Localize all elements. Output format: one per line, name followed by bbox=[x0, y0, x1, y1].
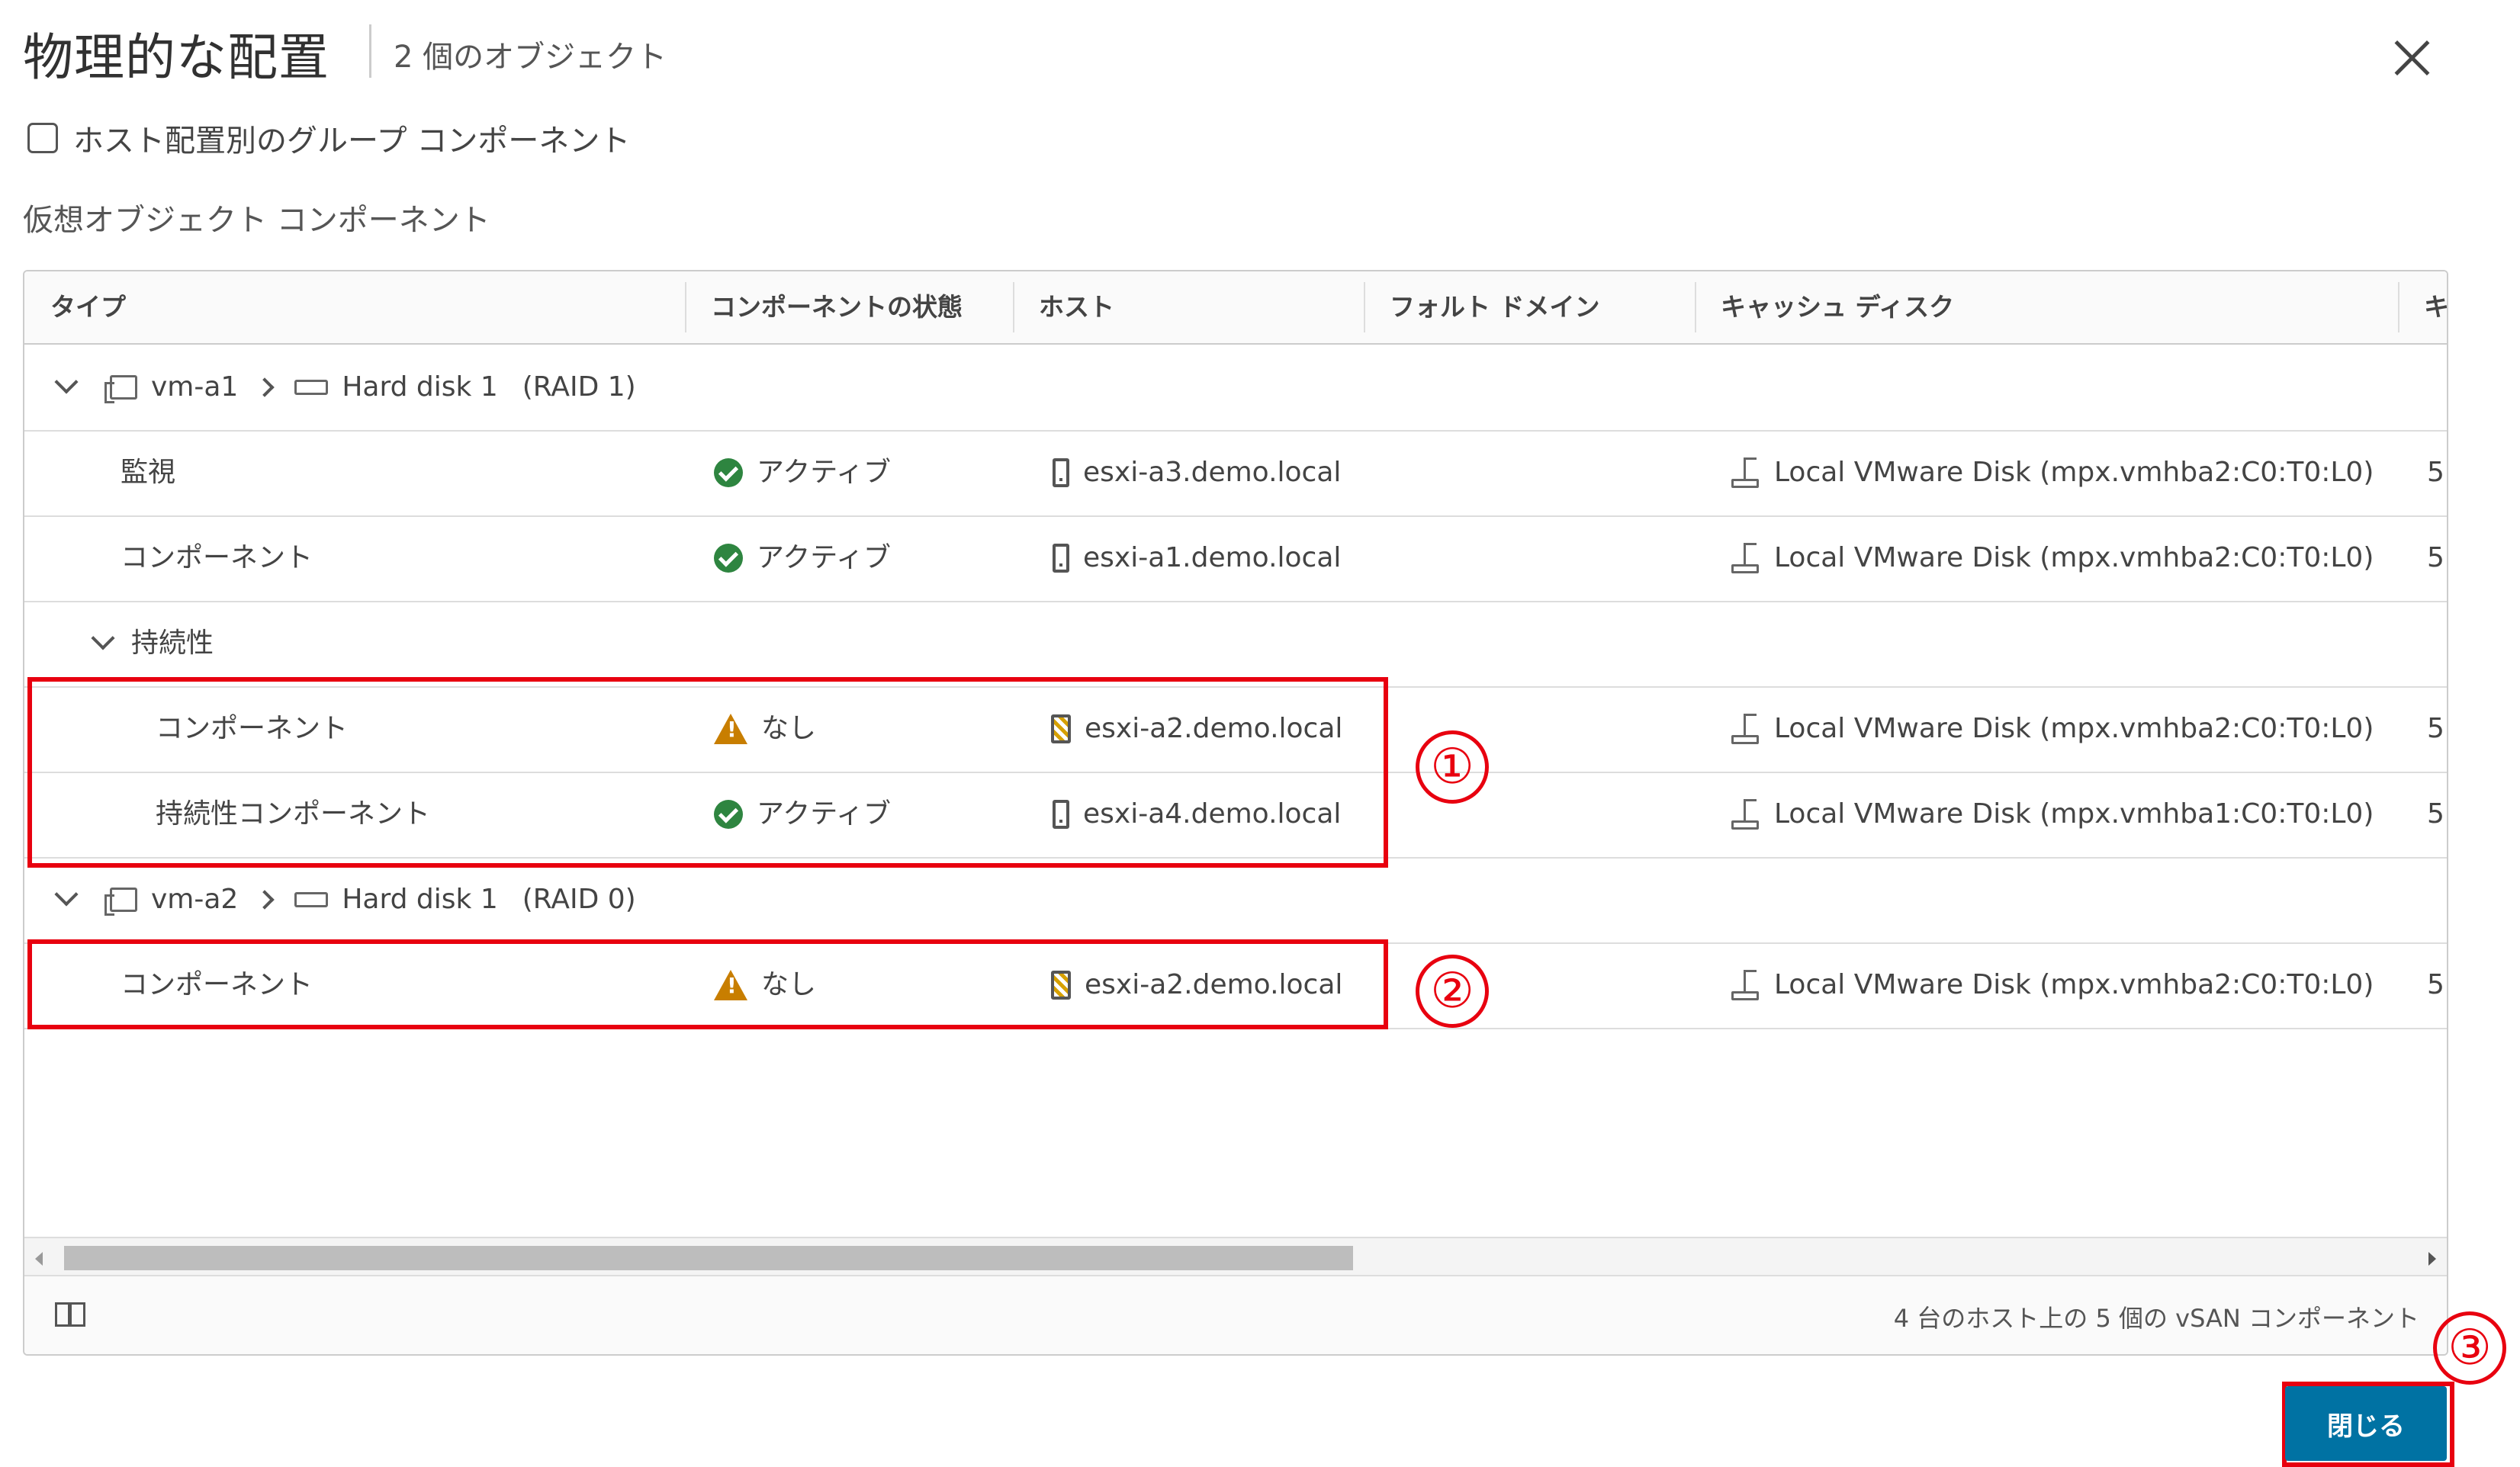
title-divider bbox=[369, 24, 371, 78]
subgroup-label: 持続性 bbox=[131, 628, 214, 659]
group-vm-name: vm-a1 bbox=[151, 371, 239, 403]
hard-disk-icon bbox=[294, 892, 329, 907]
vm-icon bbox=[104, 888, 137, 916]
row-next: 5 bbox=[2427, 713, 2444, 744]
vm-icon bbox=[104, 375, 137, 403]
row-host[interactable]: esxi-a1.demo.local bbox=[1083, 515, 1341, 601]
hard-disk-icon bbox=[294, 380, 329, 395]
row-next: 5 bbox=[2427, 457, 2444, 488]
column-header-next[interactable]: キ bbox=[2424, 271, 2447, 343]
horizontal-scrollbar[interactable] bbox=[24, 1237, 2447, 1276]
disk-icon bbox=[1731, 457, 1760, 488]
chevron-right-icon bbox=[255, 377, 275, 397]
column-header-type[interactable]: タイプ bbox=[50, 271, 126, 343]
subgroup-row-durability[interactable]: 持続性 bbox=[24, 601, 2447, 688]
group-disk-name: Hard disk 1 bbox=[342, 371, 498, 403]
group-raid: (RAID 0) bbox=[522, 884, 636, 915]
column-header-cache-disk[interactable]: キャッシュ ディスク bbox=[1721, 271, 1954, 343]
check-circle-icon bbox=[714, 544, 743, 573]
chevron-down-icon[interactable] bbox=[54, 882, 79, 907]
group-by-host-label: ホスト配置別のグループ コンポーネント bbox=[73, 124, 631, 159]
row-cache-disk: Local VMware Disk (mpx.vmhba1:C0:T0:L0) bbox=[1774, 798, 2374, 830]
disk-icon bbox=[1731, 714, 1760, 744]
row-cache-disk: Local VMware Disk (mpx.vmhba2:C0:T0:L0) bbox=[1774, 457, 2374, 488]
close-icon[interactable] bbox=[2389, 35, 2435, 81]
row-type: 監視 bbox=[121, 457, 176, 488]
column-header-host[interactable]: ホスト bbox=[1039, 271, 1114, 343]
row-next: 5 bbox=[2427, 969, 2444, 1000]
row-state: アクティブ bbox=[757, 457, 892, 488]
group-disk-name: Hard disk 1 bbox=[342, 884, 498, 915]
chevron-down-icon[interactable] bbox=[54, 370, 79, 394]
row-next: 5 bbox=[2427, 798, 2444, 830]
disk-icon bbox=[1731, 970, 1760, 1000]
row-cache-disk: Local VMware Disk (mpx.vmhba2:C0:T0:L0) bbox=[1774, 713, 2374, 744]
column-toggle-icon[interactable] bbox=[55, 1302, 85, 1327]
section-label: 仮想オブジェクト コンポーネント bbox=[23, 203, 490, 238]
group-by-host-checkbox[interactable] bbox=[27, 123, 58, 153]
row-type: コンポーネント bbox=[121, 542, 313, 573]
column-header-fault-domain[interactable]: フォルト ドメイン bbox=[1390, 271, 1600, 343]
row-host[interactable]: esxi-a3.demo.local bbox=[1083, 430, 1341, 515]
table-row[interactable]: コンポーネント アクティブ esxi-a1.demo.local Local V… bbox=[24, 515, 2447, 602]
component-count: 4 台のホスト上の 5 個の vSAN コンポーネント bbox=[1893, 1304, 2419, 1333]
scroll-left-icon[interactable] bbox=[35, 1252, 43, 1266]
check-circle-icon bbox=[714, 458, 743, 487]
row-cache-disk: Local VMware Disk (mpx.vmhba2:C0:T0:L0) bbox=[1774, 542, 2374, 573]
group-vm-name: vm-a2 bbox=[151, 884, 239, 915]
annotation-1: ① bbox=[1416, 730, 1489, 804]
highlight-box-1 bbox=[27, 677, 1388, 868]
group-raid: (RAID 1) bbox=[522, 371, 636, 403]
highlight-box-2 bbox=[27, 939, 1388, 1029]
group-by-host-option[interactable]: ホスト配置別のグループ コンポーネント bbox=[27, 116, 630, 160]
row-state: アクティブ bbox=[757, 542, 892, 573]
annotation-2: ② bbox=[1416, 955, 1489, 1028]
row-next: 5 bbox=[2427, 542, 2444, 573]
grid-header: タイプ コンポーネントの状態 ホスト フォルト ドメイン キャッシュ ディスク … bbox=[24, 271, 2447, 345]
close-button[interactable]: 閉じる bbox=[2285, 1386, 2447, 1461]
grid-footer: 4 台のホスト上の 5 個の vSAN コンポーネント bbox=[24, 1275, 2447, 1354]
disk-icon bbox=[1731, 543, 1760, 573]
host-icon bbox=[1053, 458, 1069, 487]
disk-icon bbox=[1731, 799, 1760, 830]
host-icon bbox=[1053, 544, 1069, 573]
group-row-vm-a2[interactable]: vm-a2 Hard disk 1 (RAID 0) bbox=[24, 857, 2447, 944]
scroll-right-icon[interactable] bbox=[2428, 1252, 2436, 1266]
scrollbar-thumb[interactable] bbox=[64, 1246, 1353, 1270]
dialog-title: 物理的な配置 bbox=[23, 28, 329, 87]
table-row[interactable]: 監視 アクティブ esxi-a3.demo.local Local VMware… bbox=[24, 430, 2447, 517]
column-header-state[interactable]: コンポーネントの状態 bbox=[711, 271, 963, 343]
group-row-vm-a1[interactable]: vm-a1 Hard disk 1 (RAID 1) bbox=[24, 345, 2447, 432]
chevron-right-icon bbox=[255, 890, 275, 910]
object-count: 2 個のオブジェクト bbox=[394, 40, 667, 75]
annotation-3: ③ bbox=[2433, 1311, 2506, 1385]
row-cache-disk: Local VMware Disk (mpx.vmhba2:C0:T0:L0) bbox=[1774, 969, 2374, 1000]
chevron-down-icon[interactable] bbox=[91, 626, 115, 650]
